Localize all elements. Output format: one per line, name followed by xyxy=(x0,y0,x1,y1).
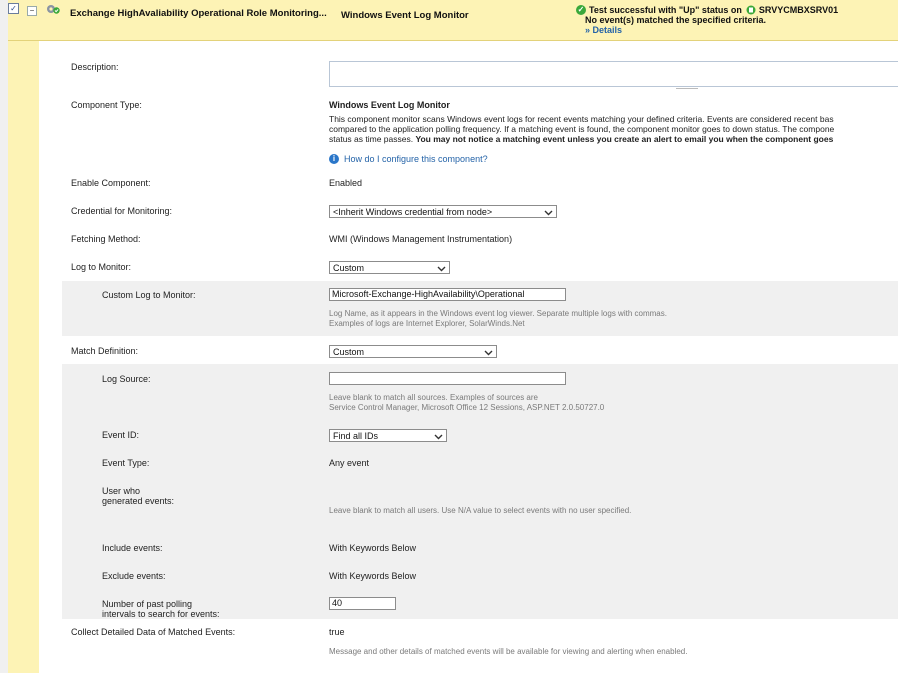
custom-log-input[interactable]: Microsoft-Exchange-HighAvailability\Oper… xyxy=(329,288,566,301)
user-label-line: generated events: xyxy=(102,496,175,506)
help-link[interactable]: How do I configure this component? xyxy=(344,154,488,164)
test-message: No event(s) matched the specified criter… xyxy=(585,15,767,25)
collect-detailed-hint: Message and other details of matched eve… xyxy=(329,647,688,656)
event-id-select[interactable]: Find all IDs xyxy=(329,429,447,442)
chevron-down-icon xyxy=(544,210,553,216)
component-title[interactable]: Exchange HighAvaliability Operational Ro… xyxy=(70,8,327,19)
chevron-down-icon xyxy=(434,434,443,440)
log-to-monitor-value: Custom xyxy=(333,263,365,273)
minus-icon: − xyxy=(29,6,35,15)
user-hint: Leave blank to match all users. Use N/A … xyxy=(329,506,632,515)
event-id-label: Event ID: xyxy=(102,430,140,440)
log-source-label: Log Source: xyxy=(102,374,151,384)
collapse-toggle[interactable]: − xyxy=(27,6,37,16)
enable-component-value: Enabled xyxy=(329,178,363,188)
component-desc-line: compared to the application polling freq… xyxy=(329,124,835,134)
component-type-value: Windows Event Log Monitor xyxy=(329,100,450,110)
component-type-description: This component monitor scans Windows eve… xyxy=(329,114,898,144)
exclude-events-value: With Keywords Below xyxy=(329,571,417,581)
server-status-icon xyxy=(746,5,756,15)
hint-line: Log Name, as it appears in the Windows e… xyxy=(329,309,667,318)
custom-log-label: Custom Log to Monitor: xyxy=(102,290,196,300)
details-link[interactable]: » Details xyxy=(576,25,838,35)
hint-line: Service Control Manager, Microsoft Offic… xyxy=(329,403,605,412)
collect-detailed-label: Collect Detailed Data of Matched Events: xyxy=(71,627,236,637)
hint-line: Leave blank to match all sources. Exampl… xyxy=(329,393,538,402)
log-source-hint: Leave blank to match all sources. Exampl… xyxy=(329,393,604,413)
check-icon: ✓ xyxy=(10,4,17,13)
fetching-method-label: Fetching Method: xyxy=(71,234,141,244)
component-type-label: Component Type: xyxy=(71,100,142,110)
resize-grip[interactable] xyxy=(676,88,698,91)
component-desc-line: status as time passes. You may not notic… xyxy=(329,134,898,144)
monitor-type-name: Windows Event Log Monitor xyxy=(341,10,469,21)
credential-select-value: <Inherit Windows credential from node> xyxy=(333,207,493,217)
component-header: ✓ − Exchange HighAvaliability Operationa… xyxy=(8,0,898,41)
component-desc-text: status as time passes. xyxy=(329,134,416,144)
select-checkbox[interactable]: ✓ xyxy=(8,3,19,14)
hint-line: Examples of logs are Internet Explorer, … xyxy=(329,319,525,328)
test-status-text: Test successful with "Up" status on xyxy=(589,5,742,15)
chevron-down-icon xyxy=(484,350,493,356)
gear-status-icon xyxy=(47,5,60,14)
info-icon: i xyxy=(329,154,339,164)
fetching-method-value: WMI (Windows Management Instrumentation) xyxy=(329,234,513,244)
user-label: User who generated events: xyxy=(102,486,174,506)
component-desc-warning: You may not notice a matching event unle… xyxy=(415,134,834,144)
polling-label-line: Number of past polling xyxy=(102,599,193,609)
include-events-value: With Keywords Below xyxy=(329,543,417,553)
event-type-label: Event Type: xyxy=(102,458,150,468)
description-label: Description: xyxy=(71,62,119,72)
log-to-monitor-label: Log to Monitor: xyxy=(71,262,132,272)
user-label-line: User who xyxy=(102,486,141,496)
credential-select[interactable]: <Inherit Windows credential from node> xyxy=(329,205,557,218)
description-textarea[interactable] xyxy=(329,61,898,87)
component-desc-line: This component monitor scans Windows eve… xyxy=(329,114,834,124)
custom-log-hint: Log Name, as it appears in the Windows e… xyxy=(329,309,667,329)
polling-intervals-input[interactable]: 40 xyxy=(329,597,396,610)
test-server-name: SRVYCMBXSRV01 xyxy=(758,5,839,15)
match-definition-label: Match Definition: xyxy=(71,346,139,356)
test-result: ✓ Test successful with "Up" status on SR… xyxy=(576,5,838,35)
chevron-down-icon xyxy=(437,266,446,272)
event-id-value: Find all IDs xyxy=(333,431,379,441)
check-circle-icon: ✓ xyxy=(576,5,586,15)
left-band xyxy=(8,41,39,673)
polling-intervals-label: Number of past polling intervals to sear… xyxy=(102,599,220,619)
log-source-input[interactable] xyxy=(329,372,566,385)
event-type-value: Any event xyxy=(329,458,370,468)
include-events-label: Include events: xyxy=(102,543,163,553)
log-to-monitor-select[interactable]: Custom xyxy=(329,261,450,274)
match-definition-value: Custom xyxy=(333,347,365,357)
polling-label-line: intervals to search for events: xyxy=(102,609,220,619)
match-definition-select[interactable]: Custom xyxy=(329,345,497,358)
enable-component-label: Enable Component: xyxy=(71,178,151,188)
exclude-events-label: Exclude events: xyxy=(102,571,166,581)
collect-detailed-value: true xyxy=(329,627,345,637)
credential-label: Credential for Monitoring: xyxy=(71,206,173,216)
